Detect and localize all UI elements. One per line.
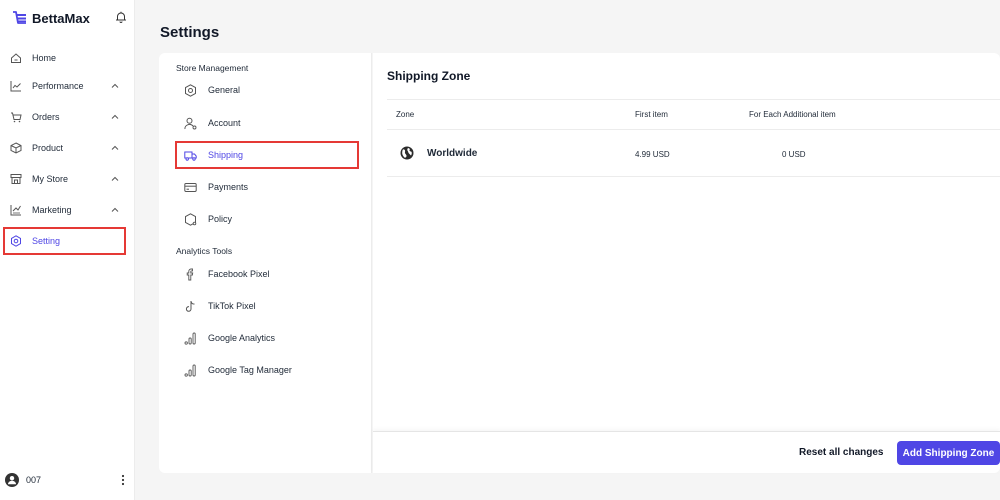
- shipping-zone-title: Shipping Zone: [387, 69, 471, 83]
- sidebar-item-orders[interactable]: Orders: [4, 104, 125, 130]
- settings-item-label: Payments: [208, 182, 249, 192]
- card-icon: [184, 182, 197, 192]
- settings-item-label: Google Analytics: [208, 333, 276, 343]
- zone-name: Worldwide: [427, 148, 478, 159]
- sidebar-item-label: Setting: [32, 236, 61, 246]
- user-profile[interactable]: 007: [5, 472, 41, 488]
- settings-item-google-analytics[interactable]: Google Analytics: [175, 324, 359, 352]
- cart-icon: [11, 112, 22, 123]
- settings-item-shipping[interactable]: Shipping: [175, 141, 359, 169]
- sidebar-item-label: Home: [32, 53, 57, 63]
- sidebar-item-label: Product: [32, 143, 64, 153]
- settings-item-general[interactable]: General: [175, 76, 359, 104]
- home-icon: [11, 53, 21, 63]
- more-vertical-icon[interactable]: [120, 473, 126, 487]
- sidebar-item-label: My Store: [32, 174, 69, 184]
- brand-name: BettaMax: [32, 10, 90, 26]
- sidebar-item-home[interactable]: Home: [4, 45, 125, 71]
- analytics-icon: [184, 332, 196, 345]
- action-footer: Reset all changes Add Shipping Zone: [373, 431, 1000, 473]
- settings-item-label: Policy: [208, 214, 233, 224]
- chevron-up-icon[interactable]: [111, 82, 119, 90]
- add-shipping-zone-button[interactable]: Add Shipping Zone: [897, 441, 1000, 465]
- marketing-icon: [10, 205, 21, 216]
- sidebar-item-setting[interactable]: Setting: [3, 227, 126, 255]
- gear-icon: [185, 83, 196, 97]
- box-icon: [10, 142, 22, 154]
- chevron-up-icon[interactable]: [111, 113, 119, 121]
- settings-item-tiktok-pixel[interactable]: TikTok Pixel: [175, 292, 359, 320]
- facebook-icon: [186, 268, 194, 280]
- reset-changes-button[interactable]: Reset all changes: [799, 447, 883, 458]
- settings-item-payments[interactable]: Payments: [175, 173, 359, 201]
- settings-item-policy[interactable]: Policy: [175, 205, 359, 233]
- sidebar-item-my-store[interactable]: My Store: [4, 166, 125, 192]
- section-analytics-tools: Analytics Tools: [176, 246, 233, 256]
- tiktok-icon: [185, 300, 195, 312]
- sidebar-item-label: Marketing: [32, 205, 72, 215]
- shipping-zone-table: Zone First item For Each Additional item…: [387, 99, 1000, 177]
- settings-item-google-tag-manager[interactable]: Google Tag Manager: [175, 356, 359, 384]
- settings-item-label: TikTok Pixel: [208, 301, 256, 311]
- section-store-management: Store Management: [176, 63, 249, 73]
- column-header-additional-item: For Each Additional item: [749, 110, 836, 119]
- sidebar-item-marketing[interactable]: Marketing: [4, 197, 125, 223]
- chevron-up-icon[interactable]: [111, 144, 119, 152]
- settings-item-label: General: [208, 85, 241, 95]
- globe-icon: [400, 146, 414, 160]
- chevron-up-icon[interactable]: [111, 175, 119, 183]
- first-item-price: 4.99 USD: [635, 150, 670, 159]
- sidebar: BettaMax Home Performance Orders Product…: [0, 0, 135, 500]
- shipping-zone-panel: Shipping Zone Zone First item For Each A…: [373, 53, 1000, 473]
- brand[interactable]: BettaMax: [12, 9, 90, 27]
- avatar-icon: [5, 473, 19, 487]
- analytics-icon: [184, 364, 196, 377]
- settings-item-label: Google Tag Manager: [208, 365, 292, 375]
- user-icon: [184, 117, 197, 129]
- table-row[interactable]: Worldwide 4.99 USD 0 USD: [387, 130, 1000, 177]
- shield-icon: [185, 212, 197, 226]
- sidebar-item-label: Orders: [32, 112, 60, 122]
- sidebar-item-performance[interactable]: Performance: [4, 73, 125, 99]
- settings-item-label: Facebook Pixel: [208, 269, 270, 279]
- gear-icon: [11, 235, 21, 247]
- user-name: 007: [26, 475, 42, 485]
- page-title: Settings: [160, 24, 220, 41]
- sidebar-item-product[interactable]: Product: [4, 135, 125, 161]
- settings-item-label: Shipping: [208, 150, 244, 160]
- settings-item-label: Account: [208, 118, 241, 128]
- sidebar-item-label: Performance: [32, 81, 84, 91]
- settings-item-facebook-pixel[interactable]: Facebook Pixel: [175, 260, 359, 288]
- column-header-zone: Zone: [396, 110, 415, 119]
- logo-icon: [13, 11, 26, 24]
- store-icon: [10, 174, 22, 184]
- chart-icon: [10, 81, 21, 92]
- additional-item-price: 0 USD: [782, 150, 806, 159]
- bell-icon[interactable]: [114, 10, 128, 24]
- settings-item-account[interactable]: Account: [175, 109, 359, 137]
- chevron-up-icon[interactable]: [111, 206, 119, 214]
- column-header-first-item: First item: [635, 110, 668, 119]
- truck-icon: [184, 151, 197, 161]
- settings-menu: Store Management General Account Shippin…: [159, 53, 372, 473]
